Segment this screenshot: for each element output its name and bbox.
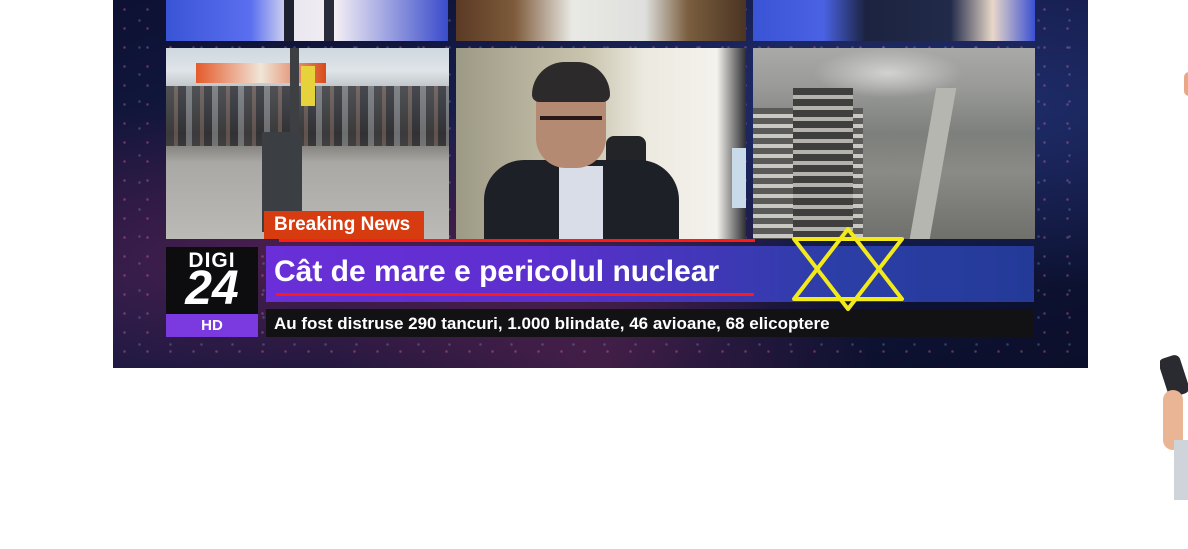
logo-number: 24 bbox=[185, 262, 239, 315]
tie bbox=[324, 0, 334, 41]
video-tile-top-left bbox=[166, 0, 448, 41]
news-ticker: Au fost distruse 290 tancuri, 1.000 blin… bbox=[274, 314, 830, 333]
video-tile-destroyed-city bbox=[753, 48, 1035, 239]
guest-glasses bbox=[540, 116, 602, 134]
video-tile-top-right bbox=[753, 0, 1035, 41]
guest-shirt bbox=[559, 166, 603, 239]
breaking-news-label: Breaking News bbox=[264, 211, 424, 239]
star-of-david-icon bbox=[792, 227, 904, 311]
sleeve bbox=[1174, 440, 1188, 500]
road bbox=[909, 88, 957, 239]
red-annotation-line bbox=[279, 239, 755, 242]
video-tile-top-center bbox=[456, 0, 746, 41]
skin-fragment bbox=[1184, 72, 1188, 96]
building bbox=[793, 88, 853, 239]
sign bbox=[301, 66, 315, 106]
cropped-side-image bbox=[1160, 0, 1188, 549]
red-underline-annotation bbox=[276, 293, 754, 296]
tie bbox=[284, 0, 294, 41]
channel-logo: DIGI 24 HD bbox=[166, 247, 258, 337]
video-tile-guest bbox=[456, 48, 746, 239]
guest-hair bbox=[532, 62, 610, 102]
headline: Cât de mare e pericolul nuclear bbox=[274, 255, 720, 288]
hd-badge: HD bbox=[166, 314, 258, 337]
monitor bbox=[732, 148, 746, 208]
